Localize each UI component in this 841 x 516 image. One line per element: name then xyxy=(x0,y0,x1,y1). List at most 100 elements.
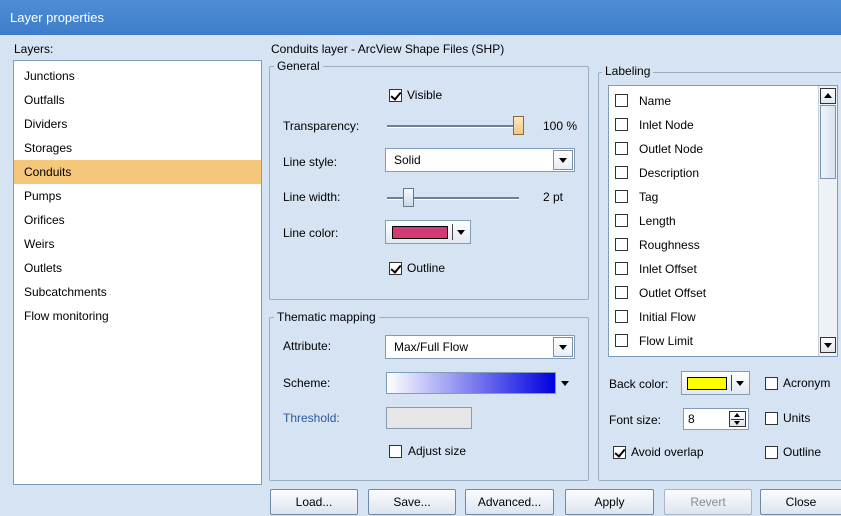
apply-button-label: Apply xyxy=(594,495,625,509)
adjust-size-label: Adjust size xyxy=(408,444,467,458)
back-color-label: Back color: xyxy=(609,377,669,391)
line-style-label: Line style: xyxy=(283,155,338,169)
labeling-checkbox[interactable] xyxy=(615,238,628,251)
avoid-overlap-checkbox[interactable] xyxy=(613,446,626,459)
threshold-input[interactable] xyxy=(386,407,472,429)
spin-down-icon[interactable] xyxy=(734,421,740,425)
layer-item-dividers[interactable]: Dividers xyxy=(14,112,261,136)
labeling-item-flow-limit[interactable]: Flow Limit xyxy=(609,329,819,353)
labeling-item-tag[interactable]: Tag xyxy=(609,185,819,209)
labeling-checkbox[interactable] xyxy=(615,118,628,131)
labeling-item-outlet-offset[interactable]: Outlet Offset xyxy=(609,281,819,305)
labeling-checkbox[interactable] xyxy=(615,190,628,203)
chevron-down-icon xyxy=(736,381,744,386)
labeling-item-label: Name xyxy=(639,94,672,108)
transparency-slider-track xyxy=(387,125,519,128)
chevron-down-icon xyxy=(824,343,832,348)
advanced-button[interactable]: Advanced... xyxy=(465,489,554,515)
visible-checkbox[interactable] xyxy=(389,89,402,102)
line-color-swatch xyxy=(392,226,448,239)
general-group-title: General xyxy=(274,59,323,73)
labeling-item-label: Flow Limit xyxy=(639,334,694,348)
units-checkbox[interactable] xyxy=(765,412,778,425)
line-width-label: Line width: xyxy=(283,190,341,204)
spin-up-icon[interactable] xyxy=(734,413,740,417)
scheme-gradient[interactable] xyxy=(386,372,556,394)
outline-label: Outline xyxy=(407,261,446,275)
spinner-buttons[interactable] xyxy=(729,411,746,427)
label-outline-checkbox[interactable] xyxy=(765,446,778,459)
labeling-item-length[interactable]: Length xyxy=(609,209,819,233)
layer-item-conduits[interactable]: Conduits xyxy=(14,160,261,184)
labeling-item-label: Inlet Offset xyxy=(639,262,697,276)
labeling-item-label: Length xyxy=(639,214,676,228)
labeling-checkbox[interactable] xyxy=(615,214,628,227)
threshold-label: Threshold: xyxy=(283,411,340,425)
line-width-slider-thumb[interactable] xyxy=(403,188,414,207)
labeling-item-name[interactable]: Name xyxy=(609,89,819,113)
labeling-item-roughness[interactable]: Roughness xyxy=(609,233,819,257)
adjust-size-checkbox[interactable] xyxy=(389,445,402,458)
acronym-label: Acronym xyxy=(783,376,831,390)
layer-item-subcatchments[interactable]: Subcatchments xyxy=(14,280,261,304)
layers-list[interactable]: Junctions Outfalls Dividers Storages Conduit… xyxy=(13,60,262,485)
labeling-item-initial-flow[interactable]: Initial Flow xyxy=(609,305,819,329)
color-button-divider xyxy=(452,224,453,240)
labeling-checkbox[interactable] xyxy=(615,94,628,107)
labeling-checkbox[interactable] xyxy=(615,310,628,323)
apply-button[interactable]: Apply xyxy=(565,489,654,515)
acronym-checkbox[interactable] xyxy=(765,377,778,390)
layer-item-orifices[interactable]: Orifices xyxy=(14,208,261,232)
save-button-label: Save... xyxy=(393,495,431,509)
units-label: Units xyxy=(783,411,811,425)
labeling-checkbox[interactable] xyxy=(615,142,628,155)
layer-item-outlets[interactable]: Outlets xyxy=(14,256,261,280)
layer-item-storages[interactable]: Storages xyxy=(14,136,261,160)
labeling-checkbox[interactable] xyxy=(615,166,628,179)
color-button-divider xyxy=(731,375,732,391)
attribute-label: Attribute: xyxy=(283,339,332,353)
layer-item-flow-monitoring[interactable]: Flow monitoring xyxy=(14,304,261,328)
layer-title: Conduits layer - ArcView Shape Files (SH… xyxy=(271,42,505,56)
chevron-down-icon[interactable] xyxy=(553,337,573,357)
transparency-slider-thumb[interactable] xyxy=(513,116,524,135)
labeling-checkbox[interactable] xyxy=(615,262,628,275)
labeling-item-inlet-offset[interactable]: Inlet Offset xyxy=(609,257,819,281)
labeling-item-inlet-node[interactable]: Inlet Node xyxy=(609,113,819,137)
transparency-label: Transparency: xyxy=(283,119,360,133)
layer-item-outfalls[interactable]: Outfalls xyxy=(14,88,261,112)
revert-button: Revert xyxy=(664,489,752,515)
line-color-button[interactable] xyxy=(385,220,471,244)
labeling-item-outlet-node[interactable]: Outlet Node xyxy=(609,137,819,161)
load-button[interactable]: Load... xyxy=(270,489,358,515)
transparency-value: 100 % xyxy=(543,119,578,133)
scroll-up-button[interactable] xyxy=(820,88,836,104)
font-size-spinner[interactable]: 8 xyxy=(683,408,749,430)
layers-heading: Layers: xyxy=(14,42,54,56)
thematic-group-title: Thematic mapping xyxy=(274,310,379,324)
save-button[interactable]: Save... xyxy=(368,489,456,515)
scroll-thumb[interactable] xyxy=(820,105,836,179)
chevron-down-icon[interactable] xyxy=(553,150,573,170)
line-style-select[interactable]: Solid xyxy=(385,148,575,172)
chevron-down-icon[interactable] xyxy=(561,381,569,386)
labeling-item-label: Roughness xyxy=(639,238,700,252)
labeling-list[interactable]: Name Inlet Node Outlet Node Description Tag L… xyxy=(608,85,838,357)
layer-item-junctions[interactable]: Junctions xyxy=(14,64,261,88)
labeling-scrollbar[interactable] xyxy=(818,86,837,356)
labeling-item-description[interactable]: Description xyxy=(609,161,819,185)
layer-item-weirs[interactable]: Weirs xyxy=(14,232,261,256)
labeling-item-label: Inlet Node xyxy=(639,118,694,132)
labeling-checkbox[interactable] xyxy=(615,286,628,299)
labeling-group-title: Labeling xyxy=(602,64,654,78)
scroll-down-button[interactable] xyxy=(820,337,836,353)
font-size-value: 8 xyxy=(688,412,695,426)
close-button[interactable]: Close xyxy=(760,489,841,515)
labeling-checkbox[interactable] xyxy=(615,334,628,347)
avoid-overlap-label: Avoid overlap xyxy=(631,445,704,459)
outline-checkbox[interactable] xyxy=(389,262,402,275)
attribute-select[interactable]: Max/Full Flow xyxy=(385,335,575,359)
labeling-item-label: Initial Flow xyxy=(639,310,696,324)
layer-item-pumps[interactable]: Pumps xyxy=(14,184,261,208)
back-color-button[interactable] xyxy=(681,371,750,395)
